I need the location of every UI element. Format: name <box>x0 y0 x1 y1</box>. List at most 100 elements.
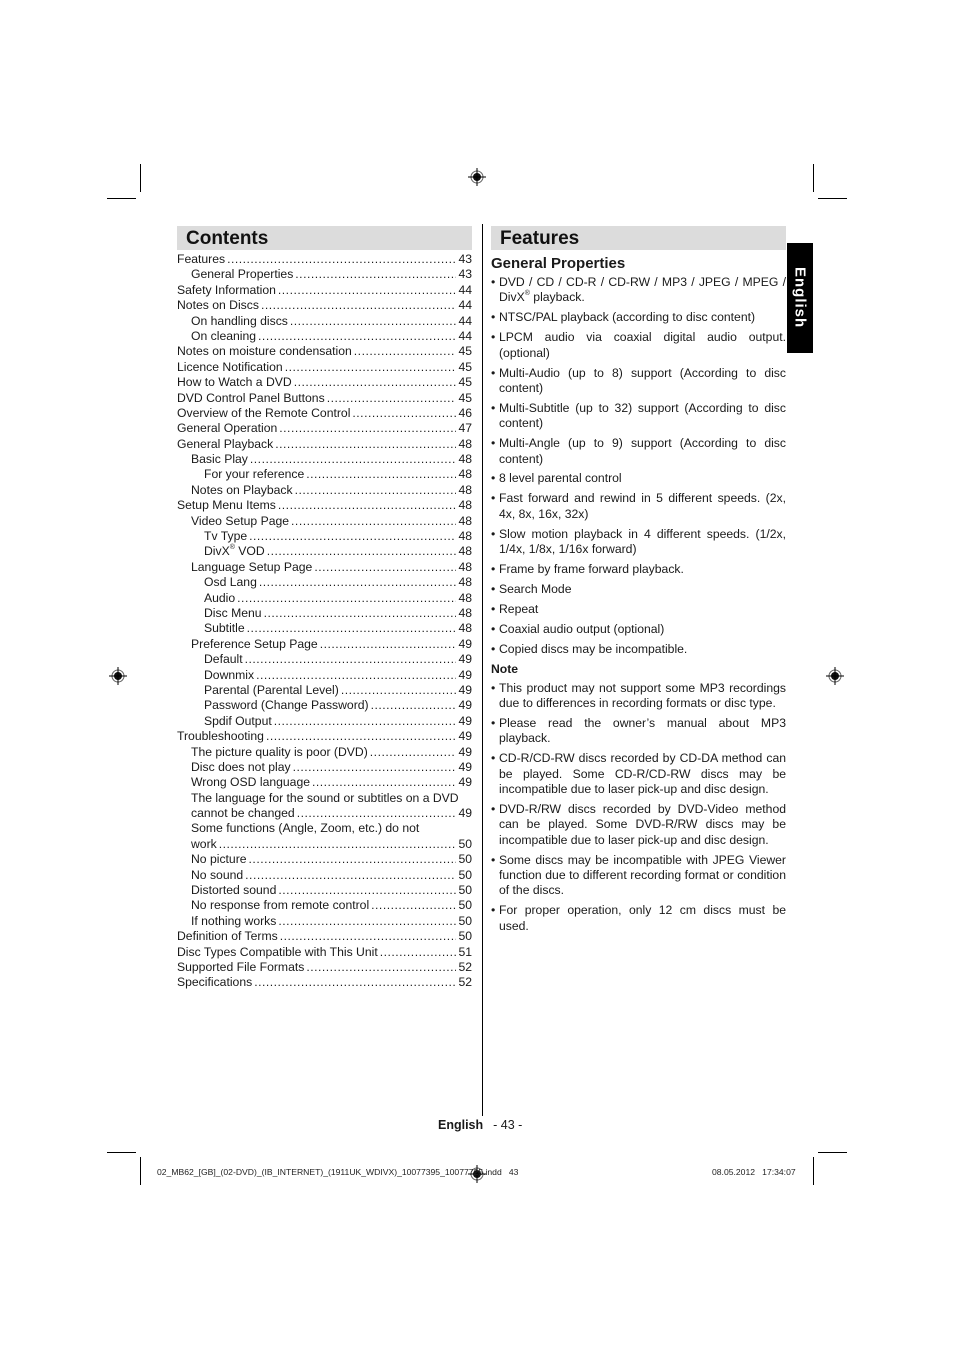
note-item: CD-R/CD-RW discs recorded by CD-DA metho… <box>491 751 786 797</box>
toc-entry-page: 48 <box>458 590 472 605</box>
toc-entry[interactable]: For your reference 48 <box>177 467 472 482</box>
toc-entry[interactable]: Spdif Output 49 <box>177 714 472 729</box>
toc-leader-dots <box>259 575 457 590</box>
toc-entry-page: 50 <box>458 836 472 851</box>
toc-entry-title: Safety Information <box>177 282 276 297</box>
toc-entry[interactable]: Troubleshooting 49 <box>177 729 472 744</box>
toc-entry[interactable]: Preference Setup Page 49 <box>177 637 472 652</box>
toc-entry-page: 50 <box>458 852 472 867</box>
toc-leader-dots <box>354 344 457 359</box>
toc-entry[interactable]: Distorted sound 50 <box>177 883 472 898</box>
toc-entry-title: Notes on moisture condensation <box>177 344 352 359</box>
toc-entry-page: 45 <box>458 375 472 390</box>
toc-entry[interactable]: Overview of the Remote Control 46 <box>177 406 472 421</box>
toc-entry-title: If nothing works <box>191 913 277 928</box>
toc-entry-title: Disc Types Compatible with This Unit <box>177 944 378 959</box>
toc-leader-dots <box>293 760 457 775</box>
toc-entry-page: 44 <box>458 313 472 328</box>
toc-entry-title: General Properties <box>191 267 294 282</box>
toc-entry-title: Video Setup Page <box>191 513 290 528</box>
toc-entry-title: Wrong OSD language <box>191 775 311 790</box>
column-divider <box>482 224 483 1116</box>
toc-leader-dots <box>274 714 457 729</box>
toc-entry[interactable]: Tv Type 48 <box>177 529 472 544</box>
toc-entry[interactable]: Audio 48 <box>177 591 472 606</box>
toc-entry-title: Specifications <box>177 975 253 990</box>
toc-leader-dots <box>254 975 456 990</box>
toc-entry[interactable]: General Playback 48 <box>177 437 472 452</box>
toc-entry[interactable]: Parental (Parental Level) 49 <box>177 683 472 698</box>
toc-entry[interactable]: Notes on Discs 44 <box>177 298 472 313</box>
toc-entry[interactable]: Language Setup Page 48 <box>177 560 472 575</box>
toc-entry[interactable]: Notes on Playback 48 <box>177 483 472 498</box>
toc-entry[interactable]: Specifications 52 <box>177 975 472 990</box>
toc-entry[interactable]: Some functions (Angle, Zoom, etc.) do no… <box>177 821 472 836</box>
toc-entry-page: 50 <box>458 898 472 913</box>
toc-entry-title: Subtitle <box>204 621 245 636</box>
crop-mark-top-right-v <box>813 164 814 192</box>
feature-item: Multi-Audio (up to 8) support (According… <box>491 366 786 397</box>
toc-entry[interactable]: Osd Lang 48 <box>177 575 472 590</box>
toc-entry[interactable]: Disc Menu 48 <box>177 606 472 621</box>
toc-entry[interactable]: If nothing works 50 <box>177 914 472 929</box>
toc-entry-title: Setup Menu Items <box>177 498 276 513</box>
toc-entry[interactable]: No response from remote control 50 <box>177 898 472 913</box>
toc-entry-title: Language Setup Page <box>191 559 313 574</box>
feature-list: DVD / CD / CD-R / CD-RW / MP3 / JPEG / M… <box>491 275 786 657</box>
feature-item: Coaxial audio output (optional) <box>491 622 786 638</box>
toc-entry[interactable]: No picture 50 <box>177 852 472 867</box>
toc-entry[interactable]: The language for the sound or subtitles … <box>177 791 472 806</box>
toc-entry[interactable]: Basic Play 48 <box>177 452 472 467</box>
toc-entry-page: 45 <box>458 390 472 405</box>
toc-leader-dots <box>245 868 456 883</box>
toc-entry[interactable]: The picture quality is poor (DVD) 49 <box>177 745 472 760</box>
toc-entry[interactable]: Safety Information 44 <box>177 283 472 298</box>
toc-entry[interactable]: General Operation 47 <box>177 421 472 436</box>
toc-entry[interactable]: DivX® VOD 48 <box>177 544 472 559</box>
toc-leader-dots <box>295 483 457 498</box>
toc-leader-dots <box>306 960 456 975</box>
toc-entry[interactable]: How to Watch a DVD 45 <box>177 375 472 390</box>
toc-entry[interactable]: Disc Types Compatible with This Unit 51 <box>177 945 472 960</box>
toc-entry[interactable]: DVD Control Panel Buttons 45 <box>177 391 472 406</box>
feature-item: Multi-Subtitle (up to 32) support (Accor… <box>491 401 786 432</box>
toc-entry[interactable]: Features 43 <box>177 252 472 267</box>
toc-entry-page: 44 <box>458 298 472 313</box>
toc-entry-title: Troubleshooting <box>177 729 264 744</box>
toc-entry-page: 50 <box>458 867 472 882</box>
feature-item: LPCM audio via coaxial digital audio out… <box>491 330 786 361</box>
toc-entry-title: For your reference <box>204 467 305 482</box>
toc-entry[interactable]: Password (Change Password) 49 <box>177 698 472 713</box>
toc-leader-dots <box>371 898 456 913</box>
toc-entry[interactable]: Notes on moisture condensation 45 <box>177 344 472 359</box>
feature-item: NTSC/PAL playback (according to disc con… <box>491 310 786 326</box>
toc-entry-title: General Playback <box>177 436 274 451</box>
toc-entry[interactable]: No sound 50 <box>177 868 472 883</box>
toc-entry[interactable]: On handling discs 44 <box>177 314 472 329</box>
toc-entry[interactable]: Licence Notification 45 <box>177 360 472 375</box>
toc-leader-dots <box>245 652 457 667</box>
toc-entry[interactable]: cannot be changed 49 <box>177 806 472 821</box>
toc-entry[interactable]: Default 49 <box>177 652 472 667</box>
toc-entry-title: Password (Change Password) <box>204 698 369 713</box>
toc-entry[interactable]: Definition of Terms 50 <box>177 929 472 944</box>
toc-entry[interactable]: Video Setup Page 48 <box>177 514 472 529</box>
toc-entry[interactable]: Supported File Formats 52 <box>177 960 472 975</box>
crop-mark-top-right-h <box>818 198 847 199</box>
toc-entry[interactable]: General Properties 43 <box>177 267 472 282</box>
registration-target-icon <box>109 667 127 685</box>
toc-entry[interactable]: Disc does not play 49 <box>177 760 472 775</box>
toc-leader-dots <box>275 437 456 452</box>
toc-entry[interactable]: Wrong OSD language 49 <box>177 775 472 790</box>
toc-entry[interactable]: Downmix 49 <box>177 668 472 683</box>
note-item: This product may not support some MP3 re… <box>491 681 786 712</box>
toc-leader-dots <box>278 883 456 898</box>
toc-leader-dots <box>258 329 456 344</box>
toc-entry[interactable]: Setup Menu Items 48 <box>177 498 472 513</box>
toc-entry-page: 49 <box>458 806 472 821</box>
toc-entry[interactable]: Subtitle 48 <box>177 621 472 636</box>
toc-leader-dots <box>278 914 456 929</box>
toc-leader-dots <box>247 621 457 636</box>
toc-entry[interactable]: On cleaning 44 <box>177 329 472 344</box>
toc-entry[interactable]: work 50 <box>177 837 472 852</box>
